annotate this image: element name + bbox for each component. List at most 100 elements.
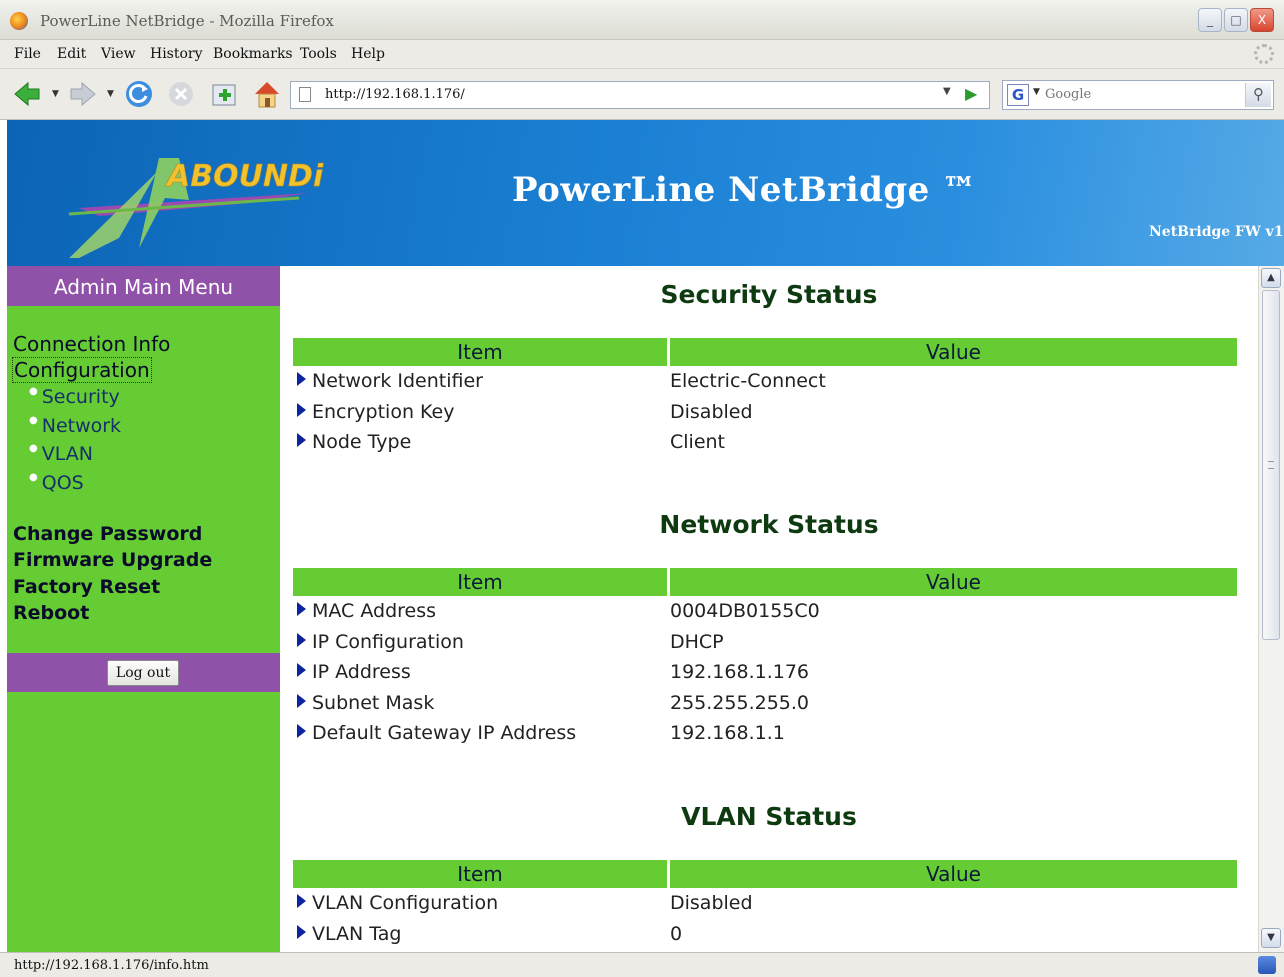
- forward-dropdown-icon[interactable]: ▼: [107, 89, 114, 99]
- security-header-value: Value: [670, 338, 1237, 366]
- vlan-status-title: VLAN Status: [681, 802, 857, 831]
- menu-tools[interactable]: Tools: [300, 46, 337, 62]
- arrow-bullet-icon: [297, 633, 306, 647]
- menu-bookmarks[interactable]: Bookmarks: [213, 46, 293, 62]
- network-row-value: 192.168.1.176: [670, 661, 810, 683]
- vlan-header-value: Value: [670, 860, 1237, 888]
- network-row-item: Subnet Mask: [297, 692, 434, 714]
- arrow-bullet-icon: [297, 663, 306, 677]
- security-row-value: Client: [670, 431, 726, 453]
- home-icon[interactable]: [252, 79, 282, 109]
- network-status-title: Network Status: [659, 510, 879, 539]
- minimize-button[interactable]: _: [1198, 8, 1222, 32]
- security-row-value: Electric-Connect: [670, 370, 826, 392]
- bullet-icon: ●: [29, 386, 38, 397]
- go-arrow-icon[interactable]: ▶: [965, 84, 977, 103]
- arrow-bullet-icon: [297, 694, 306, 708]
- search-engine-dropdown-icon[interactable]: ▼: [1033, 87, 1040, 97]
- search-input[interactable]: [1045, 87, 1235, 102]
- network-row-item: Default Gateway IP Address: [297, 722, 576, 744]
- back-dropdown-icon[interactable]: ▼: [52, 89, 59, 99]
- network-row-value: 0004DB0155C0: [670, 600, 820, 622]
- status-bar: http://192.168.1.176/info.htm: [0, 952, 1284, 977]
- security-header-item: Item: [293, 338, 667, 366]
- vlan-row-value: Disabled: [670, 892, 753, 914]
- network-row-item: IP Configuration: [297, 631, 464, 653]
- menu-view[interactable]: View: [101, 46, 136, 62]
- throbber-icon: [1254, 44, 1274, 64]
- network-row-item: IP Address: [297, 661, 411, 683]
- firefox-logo-icon: [10, 12, 28, 30]
- page-icon: [299, 87, 311, 102]
- menu-history[interactable]: History: [150, 46, 203, 62]
- arrow-bullet-icon: [297, 403, 306, 417]
- sidebar-link-configuration[interactable]: Configuration: [12, 357, 152, 383]
- close-button[interactable]: X: [1250, 8, 1274, 32]
- status-text: http://192.168.1.176/info.htm: [14, 958, 209, 973]
- arrow-bullet-icon: [297, 894, 306, 908]
- stop-icon[interactable]: [166, 79, 196, 109]
- arrow-bullet-icon: [297, 372, 306, 386]
- sidebar-sub-network[interactable]: ● Network: [29, 415, 121, 437]
- maximize-button[interactable]: □: [1224, 8, 1248, 32]
- network-header-value: Value: [670, 568, 1237, 596]
- arrow-bullet-icon: [297, 433, 306, 447]
- bullet-icon: ●: [29, 415, 38, 426]
- reload-icon[interactable]: [124, 79, 154, 109]
- security-row-item: Node Type: [297, 431, 411, 453]
- address-bar[interactable]: http://192.168.1.176/ ▼ ▶: [290, 81, 990, 109]
- sidebar-link-firmware-upgrade[interactable]: Firmware Upgrade: [13, 549, 212, 571]
- vlan-row-item: VLAN Tag: [297, 923, 401, 945]
- page-banner: ABOUNDi PowerLine NetBridge ™ NetBridge …: [7, 120, 1284, 266]
- vlan-row-value: 0: [670, 923, 683, 945]
- security-row-value: Disabled: [670, 401, 753, 423]
- network-row-value: DHCP: [670, 631, 724, 653]
- status-notification-icon[interactable]: [1258, 956, 1276, 974]
- network-row-value: 192.168.1.1: [670, 722, 785, 744]
- svg-text:ABOUNDi: ABOUNDi: [165, 159, 324, 194]
- back-arrow-icon[interactable]: [12, 79, 42, 109]
- menu-help[interactable]: Help: [351, 46, 385, 62]
- sidebar-link-change-password[interactable]: Change Password: [13, 523, 202, 545]
- page-title: PowerLine NetBridge ™: [512, 170, 977, 210]
- search-bar[interactable]: G ▼ ⚲: [1002, 80, 1274, 110]
- vlan-row-item: VLAN Configuration: [297, 892, 498, 914]
- sidebar-link-connection-info[interactable]: Connection Info: [13, 332, 170, 356]
- bullet-icon: ●: [29, 443, 38, 454]
- firmware-version: NetBridge FW v1.0: [1149, 224, 1284, 240]
- security-row-item: Network Identifier: [297, 370, 483, 392]
- url-history-dropdown-icon[interactable]: ▼: [943, 86, 951, 97]
- navigation-toolbar: ▼ ▼ http://192.168.1.176/ ▼ ▶ G ▼ ⚲: [0, 69, 1284, 120]
- sidebar-link-factory-reset[interactable]: Factory Reset: [13, 576, 160, 598]
- new-tab-icon[interactable]: [210, 79, 240, 109]
- network-row-item: MAC Address: [297, 600, 436, 622]
- scroll-up-arrow-icon[interactable]: ▲: [1261, 268, 1281, 288]
- search-magnifier-icon[interactable]: ⚲: [1245, 83, 1271, 107]
- scroll-down-arrow-icon[interactable]: ▼: [1261, 928, 1281, 948]
- network-row-value: 255.255.255.0: [670, 692, 810, 714]
- menu-edit[interactable]: Edit: [57, 46, 86, 62]
- sidebar-sub-security[interactable]: ● Security: [29, 386, 120, 408]
- vertical-scrollbar[interactable]: ▲ ▼: [1258, 266, 1284, 952]
- scroll-thumb[interactable]: [1262, 290, 1280, 640]
- admin-sidebar: Admin Main Menu Connection Info Configur…: [7, 266, 280, 952]
- sidebar-sub-vlan[interactable]: ● VLAN: [29, 443, 93, 465]
- security-status-title: Security Status: [660, 280, 878, 309]
- network-header-item: Item: [293, 568, 667, 596]
- menu-bar: File Edit View History Bookmarks Tools H…: [0, 40, 1284, 69]
- security-row-item: Encryption Key: [297, 401, 455, 423]
- forward-arrow-icon[interactable]: [68, 79, 98, 109]
- vlan-header-item: Item: [293, 860, 667, 888]
- google-search-engine-icon[interactable]: G: [1007, 84, 1029, 106]
- arrow-bullet-icon: [297, 925, 306, 939]
- arrow-bullet-icon: [297, 602, 306, 616]
- menu-file[interactable]: File: [14, 46, 41, 62]
- sidebar-link-reboot[interactable]: Reboot: [13, 602, 89, 624]
- sidebar-sub-qos[interactable]: ● QOS: [29, 472, 84, 494]
- url-text[interactable]: http://192.168.1.176/: [325, 87, 465, 102]
- bullet-icon: ●: [29, 472, 38, 483]
- window-titlebar: PowerLine NetBridge - Mozilla Firefox _ …: [0, 0, 1284, 40]
- logout-button[interactable]: Log out: [107, 660, 179, 686]
- abound-logo: ABOUNDi: [68, 158, 324, 258]
- grip-icon: [1268, 461, 1274, 469]
